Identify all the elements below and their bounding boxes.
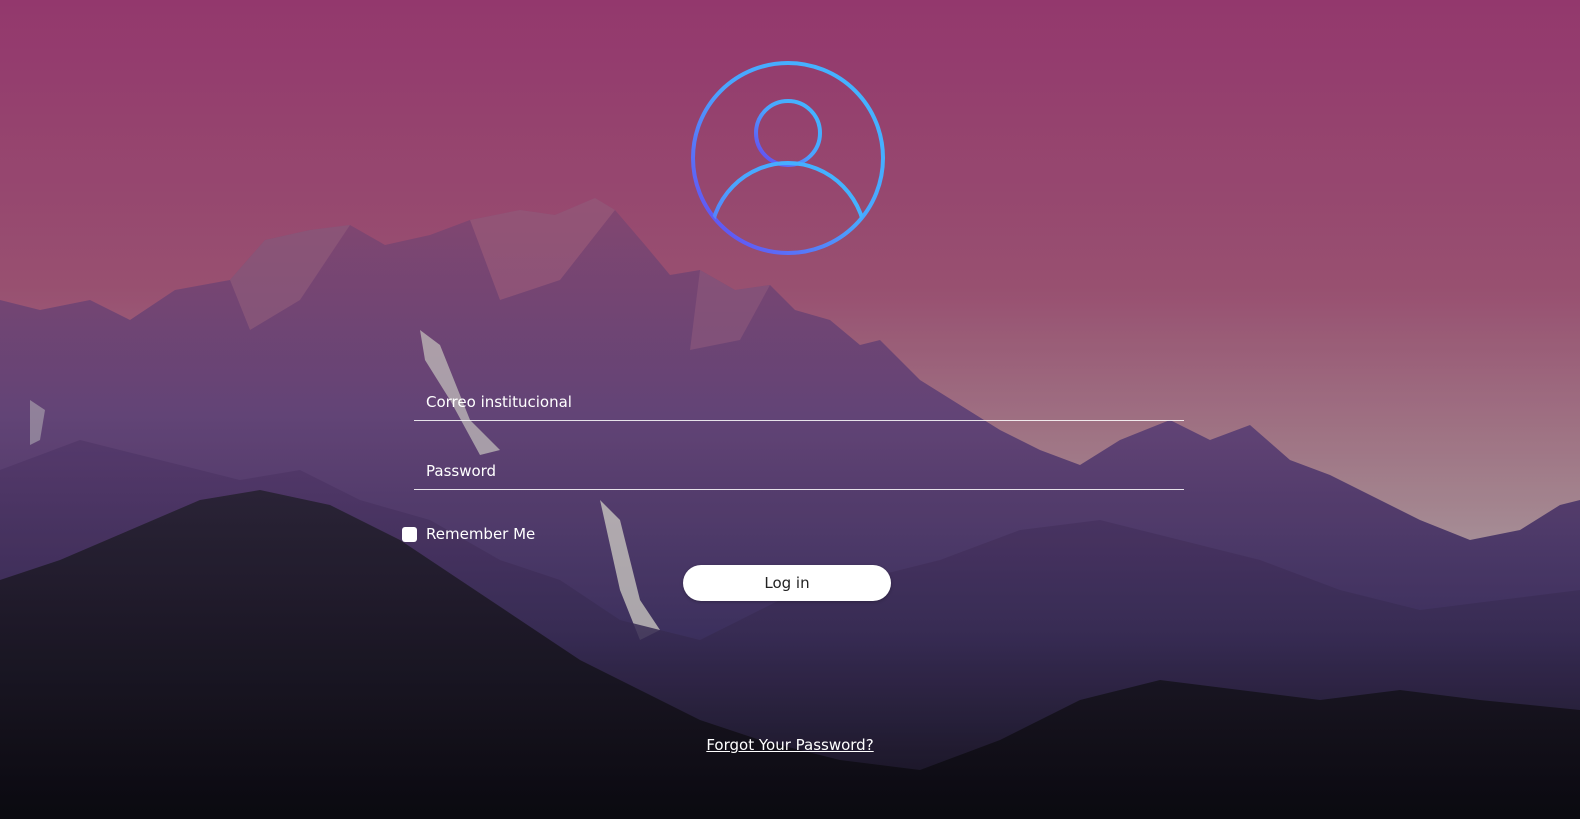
email-field-container (414, 384, 1184, 421)
password-field[interactable] (414, 453, 1184, 489)
login-page: Remember Me Log in Forgot Your Password? (0, 0, 1580, 819)
login-button[interactable]: Log in (683, 565, 891, 601)
password-field-container (414, 453, 1184, 490)
remember-me-label: Remember Me (426, 525, 536, 543)
remember-me[interactable]: Remember Me (402, 525, 535, 543)
email-field[interactable] (414, 384, 1184, 420)
user-circle-icon (691, 61, 885, 255)
remember-me-checkbox[interactable] (402, 526, 417, 542)
forgot-password-link[interactable]: Forgot Your Password? (0, 736, 1580, 754)
